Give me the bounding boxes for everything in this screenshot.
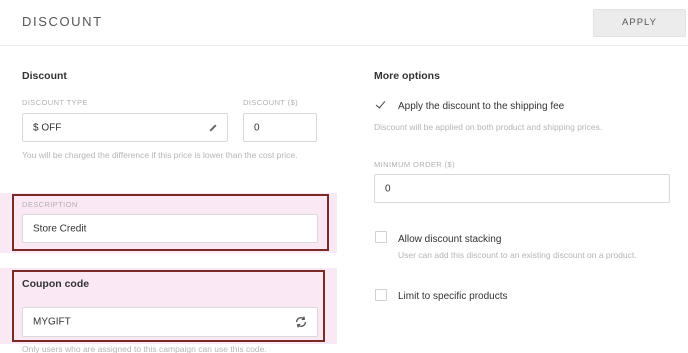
header-bar: DISCOUNT APPLY <box>0 0 688 46</box>
discount-hint: You will be charged the difference if th… <box>22 150 298 160</box>
stacking-checkbox[interactable] <box>375 231 387 243</box>
stacking-option-label: Allow discount stacking <box>398 234 502 245</box>
discount-section-title: Discount <box>22 70 67 82</box>
shipping-hint: Discount will be applied on both product… <box>374 122 603 132</box>
shipping-option-label: Apply the discount to the shipping fee <box>398 101 565 112</box>
discount-amount-value: 0 <box>254 122 260 133</box>
min-order-label: MINIMUM ORDER ($) <box>374 160 455 169</box>
more-options-title: More options <box>374 70 440 82</box>
discount-amount-input[interactable]: 0 <box>243 113 317 142</box>
pencil-icon <box>209 123 217 132</box>
discount-amount-label: DISCOUNT ($) <box>243 98 299 107</box>
limit-checkbox[interactable] <box>375 289 387 301</box>
description-outline <box>12 194 329 251</box>
min-order-value: 0 <box>385 183 391 194</box>
apply-button[interactable]: APPLY <box>593 9 686 37</box>
shipping-checkbox[interactable] <box>375 99 387 111</box>
min-order-input[interactable]: 0 <box>374 174 670 203</box>
coupon-hint: Only users who are assigned to this camp… <box>22 344 267 353</box>
limit-option-label: Limit to specific products <box>398 291 508 302</box>
discount-type-value: $ OFF <box>33 122 62 133</box>
discount-type-select[interactable]: $ OFF <box>22 113 228 142</box>
stacking-hint: User can add this discount to an existin… <box>398 250 637 260</box>
page-title: DISCOUNT <box>22 14 103 29</box>
discount-type-label: DISCOUNT TYPE <box>22 98 88 107</box>
coupon-outline <box>12 270 325 342</box>
